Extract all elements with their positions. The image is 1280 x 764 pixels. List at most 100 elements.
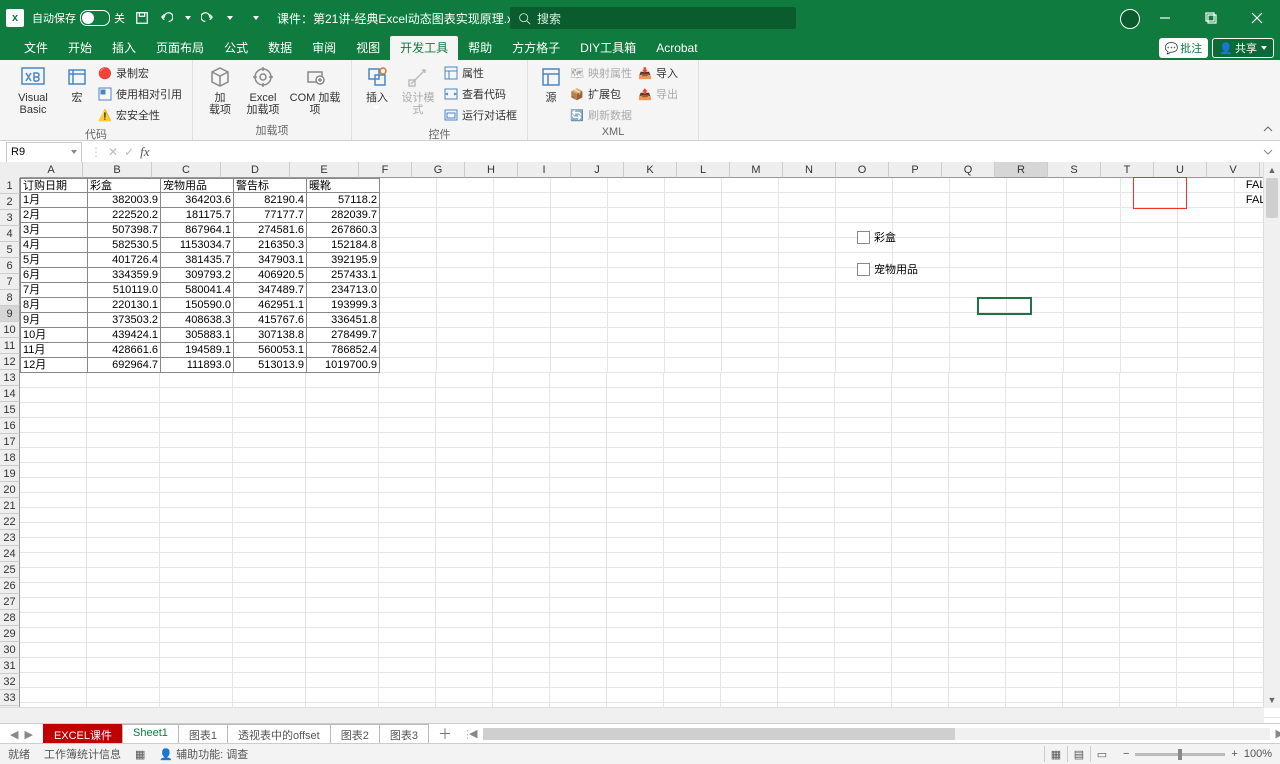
cell-H3[interactable] xyxy=(494,208,551,223)
cell-L8[interactable] xyxy=(722,283,779,298)
cell-S21[interactable] xyxy=(1120,478,1177,493)
cell-Q28[interactable] xyxy=(1006,583,1063,598)
cell-C14[interactable] xyxy=(160,373,233,388)
cell-R34[interactable] xyxy=(1063,673,1120,688)
cell-D29[interactable] xyxy=(233,598,306,613)
cell-A19[interactable] xyxy=(20,448,87,463)
cell-K16[interactable] xyxy=(664,403,721,418)
cell-Q13[interactable] xyxy=(1007,358,1064,373)
cell-A3[interactable]: 2月 xyxy=(20,208,88,223)
cell-S7[interactable] xyxy=(1121,268,1178,283)
cell-C30[interactable] xyxy=(160,613,233,628)
col-header-I[interactable]: I xyxy=(518,162,571,178)
record-macro-button[interactable]: 🔴录制宏 xyxy=(98,64,182,82)
cell-H33[interactable] xyxy=(493,658,550,673)
cell-S5[interactable] xyxy=(1121,238,1178,253)
cell-H25[interactable] xyxy=(493,538,550,553)
cell-R35[interactable] xyxy=(1063,688,1120,703)
cell-J32[interactable] xyxy=(607,643,664,658)
cell-D30[interactable] xyxy=(233,613,306,628)
collapse-ribbon-button[interactable] xyxy=(1262,124,1274,136)
cell-D17[interactable] xyxy=(233,418,306,433)
cell-R26[interactable] xyxy=(1063,553,1120,568)
cell-T7[interactable] xyxy=(1178,268,1235,283)
cell-O12[interactable] xyxy=(893,343,950,358)
cell-B23[interactable] xyxy=(87,508,160,523)
cell-S27[interactable] xyxy=(1120,568,1177,583)
cell-F4[interactable] xyxy=(380,223,437,238)
cell-B27[interactable] xyxy=(87,568,160,583)
cell-I7[interactable] xyxy=(551,268,608,283)
cells-area[interactable]: 订购日期彩盒宠物用品警告标暖靴FALSE1月382003.9364203.682… xyxy=(20,178,1280,718)
cell-E28[interactable] xyxy=(306,583,379,598)
cell-L13[interactable] xyxy=(722,358,779,373)
cell-B13[interactable]: 692964.7 xyxy=(88,358,161,373)
cell-O22[interactable] xyxy=(892,493,949,508)
cell-K32[interactable] xyxy=(664,643,721,658)
cell-R9[interactable] xyxy=(1064,298,1121,313)
cell-H35[interactable] xyxy=(493,688,550,703)
cell-C29[interactable] xyxy=(160,598,233,613)
cell-N10[interactable] xyxy=(836,313,893,328)
column-headers[interactable]: ABCDEFGHIJKLMNOPQRSTUVW xyxy=(20,162,1280,178)
cell-D2[interactable]: 82190.4 xyxy=(234,193,307,208)
scroll-down-icon[interactable]: ▼ xyxy=(1264,692,1280,708)
col-header-E[interactable]: E xyxy=(290,162,359,178)
tab-插入[interactable]: 插入 xyxy=(102,36,146,60)
cell-F7[interactable] xyxy=(380,268,437,283)
macro-security-button[interactable]: ⚠️宏安全性 xyxy=(98,106,182,124)
row-header-17[interactable]: 17 xyxy=(0,434,20,450)
cell-T13[interactable] xyxy=(1178,358,1235,373)
cell-P21[interactable] xyxy=(949,478,1006,493)
cell-P27[interactable] xyxy=(949,568,1006,583)
cell-C13[interactable]: 111893.0 xyxy=(161,358,234,373)
cell-I11[interactable] xyxy=(551,328,608,343)
cell-J33[interactable] xyxy=(607,658,664,673)
cell-K13[interactable] xyxy=(665,358,722,373)
cell-G28[interactable] xyxy=(436,583,493,598)
cell-Q30[interactable] xyxy=(1006,613,1063,628)
zoom-value[interactable]: 100% xyxy=(1244,748,1272,760)
undo-icon[interactable] xyxy=(159,11,173,25)
cell-G34[interactable] xyxy=(436,673,493,688)
cell-F6[interactable] xyxy=(380,253,437,268)
cell-R22[interactable] xyxy=(1063,493,1120,508)
cell-E4[interactable]: 267860.3 xyxy=(307,223,380,238)
cell-L33[interactable] xyxy=(721,658,778,673)
cell-L16[interactable] xyxy=(721,403,778,418)
cell-B17[interactable] xyxy=(87,418,160,433)
cell-M9[interactable] xyxy=(779,298,836,313)
cell-N26[interactable] xyxy=(835,553,892,568)
cell-D14[interactable] xyxy=(233,373,306,388)
macros-button[interactable]: 宏 xyxy=(62,64,92,104)
cell-O33[interactable] xyxy=(892,658,949,673)
cell-M20[interactable] xyxy=(778,463,835,478)
cell-L6[interactable] xyxy=(722,253,779,268)
cell-G8[interactable] xyxy=(437,283,494,298)
cell-G31[interactable] xyxy=(436,628,493,643)
cell-S13[interactable] xyxy=(1121,358,1178,373)
cell-E23[interactable] xyxy=(306,508,379,523)
cell-I19[interactable] xyxy=(550,448,607,463)
cell-O15[interactable] xyxy=(892,388,949,403)
cell-L23[interactable] xyxy=(721,508,778,523)
cell-L3[interactable] xyxy=(722,208,779,223)
cell-P20[interactable] xyxy=(949,463,1006,478)
cell-P5[interactable] xyxy=(950,238,1007,253)
cell-N27[interactable] xyxy=(835,568,892,583)
cell-I16[interactable] xyxy=(550,403,607,418)
cell-M30[interactable] xyxy=(778,613,835,628)
tab-方方格子[interactable]: 方方格子 xyxy=(502,36,570,60)
cell-R21[interactable] xyxy=(1063,478,1120,493)
cell-A31[interactable] xyxy=(20,628,87,643)
cell-E29[interactable] xyxy=(306,598,379,613)
cell-N24[interactable] xyxy=(835,523,892,538)
cell-N18[interactable] xyxy=(835,433,892,448)
cell-N25[interactable] xyxy=(835,538,892,553)
zoom-in-icon[interactable]: + xyxy=(1231,748,1237,760)
cell-H27[interactable] xyxy=(493,568,550,583)
cell-J22[interactable] xyxy=(607,493,664,508)
cell-G16[interactable] xyxy=(436,403,493,418)
cell-O10[interactable] xyxy=(893,313,950,328)
cell-K15[interactable] xyxy=(664,388,721,403)
